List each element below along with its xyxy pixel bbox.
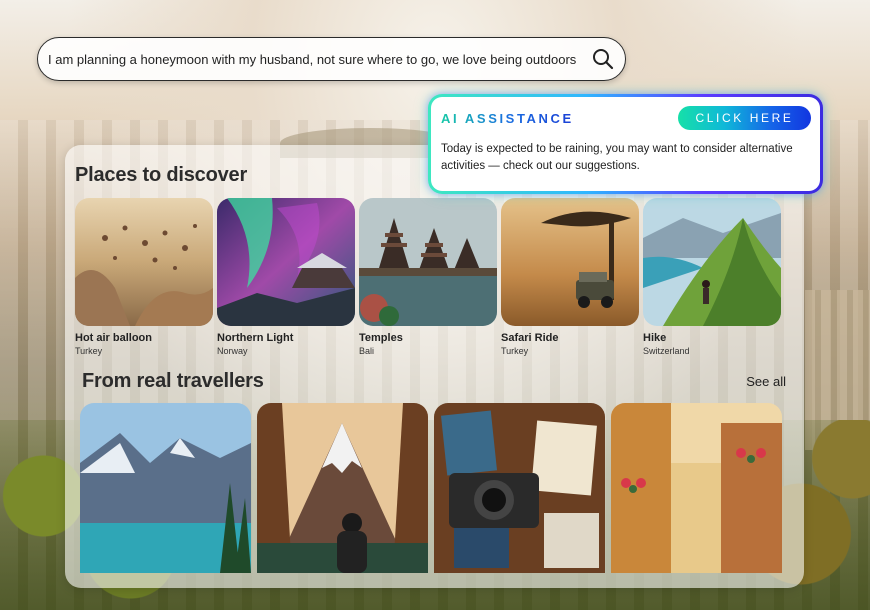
ai-assistance-message: Today is expected to be raining, you may… <box>441 143 793 172</box>
traveller-photo-street[interactable] <box>611 403 782 573</box>
from-real-travellers-heading: From real travellers <box>82 370 264 392</box>
place-card-hot-air-balloon[interactable]: Hot air balloon Turkey <box>75 198 213 356</box>
place-name: Safari Ride <box>501 332 559 344</box>
ai-assistance-card: AI ASSISTANCE CLICK HERE Today is expect… <box>428 94 823 194</box>
place-name: Temples <box>359 332 403 344</box>
temples-image <box>359 198 497 326</box>
hot-air-balloon-image <box>75 198 213 326</box>
place-card-safari-ride[interactable]: Safari Ride Turkey <box>501 198 639 356</box>
search-bar[interactable] <box>37 37 626 81</box>
place-country: Turkey <box>75 346 103 356</box>
discover-panel: Places to discover Hot air balloon Turke… <box>65 145 804 588</box>
click-here-button[interactable]: CLICK HERE <box>678 106 811 130</box>
places-to-discover-heading: Places to discover <box>75 164 248 186</box>
place-card-hike[interactable]: Hike Switzerland <box>643 198 781 356</box>
traveller-photo-lake[interactable] <box>80 403 251 573</box>
place-name: Hike <box>643 332 667 344</box>
place-card-northern-light[interactable]: Northern Light Norway <box>217 198 355 356</box>
search-input[interactable] <box>48 51 591 67</box>
place-name: Northern Light <box>217 332 294 344</box>
place-card-temples[interactable]: Temples Bali <box>359 198 497 356</box>
see-all-link[interactable]: See all <box>746 374 786 389</box>
ai-assistance-title: AI ASSISTANCE <box>441 111 574 126</box>
northern-light-image <box>217 198 355 326</box>
place-country: Switzerland <box>643 346 690 356</box>
place-country: Turkey <box>501 346 529 356</box>
traveller-photo-camera[interactable] <box>434 403 605 573</box>
search-icon[interactable] <box>591 47 615 71</box>
place-country: Norway <box>217 346 248 356</box>
place-name: Hot air balloon <box>75 332 152 344</box>
traveller-photo-mountain[interactable] <box>257 403 428 573</box>
hike-image <box>643 198 781 326</box>
safari-ride-image <box>501 198 639 326</box>
place-country: Bali <box>359 346 375 356</box>
